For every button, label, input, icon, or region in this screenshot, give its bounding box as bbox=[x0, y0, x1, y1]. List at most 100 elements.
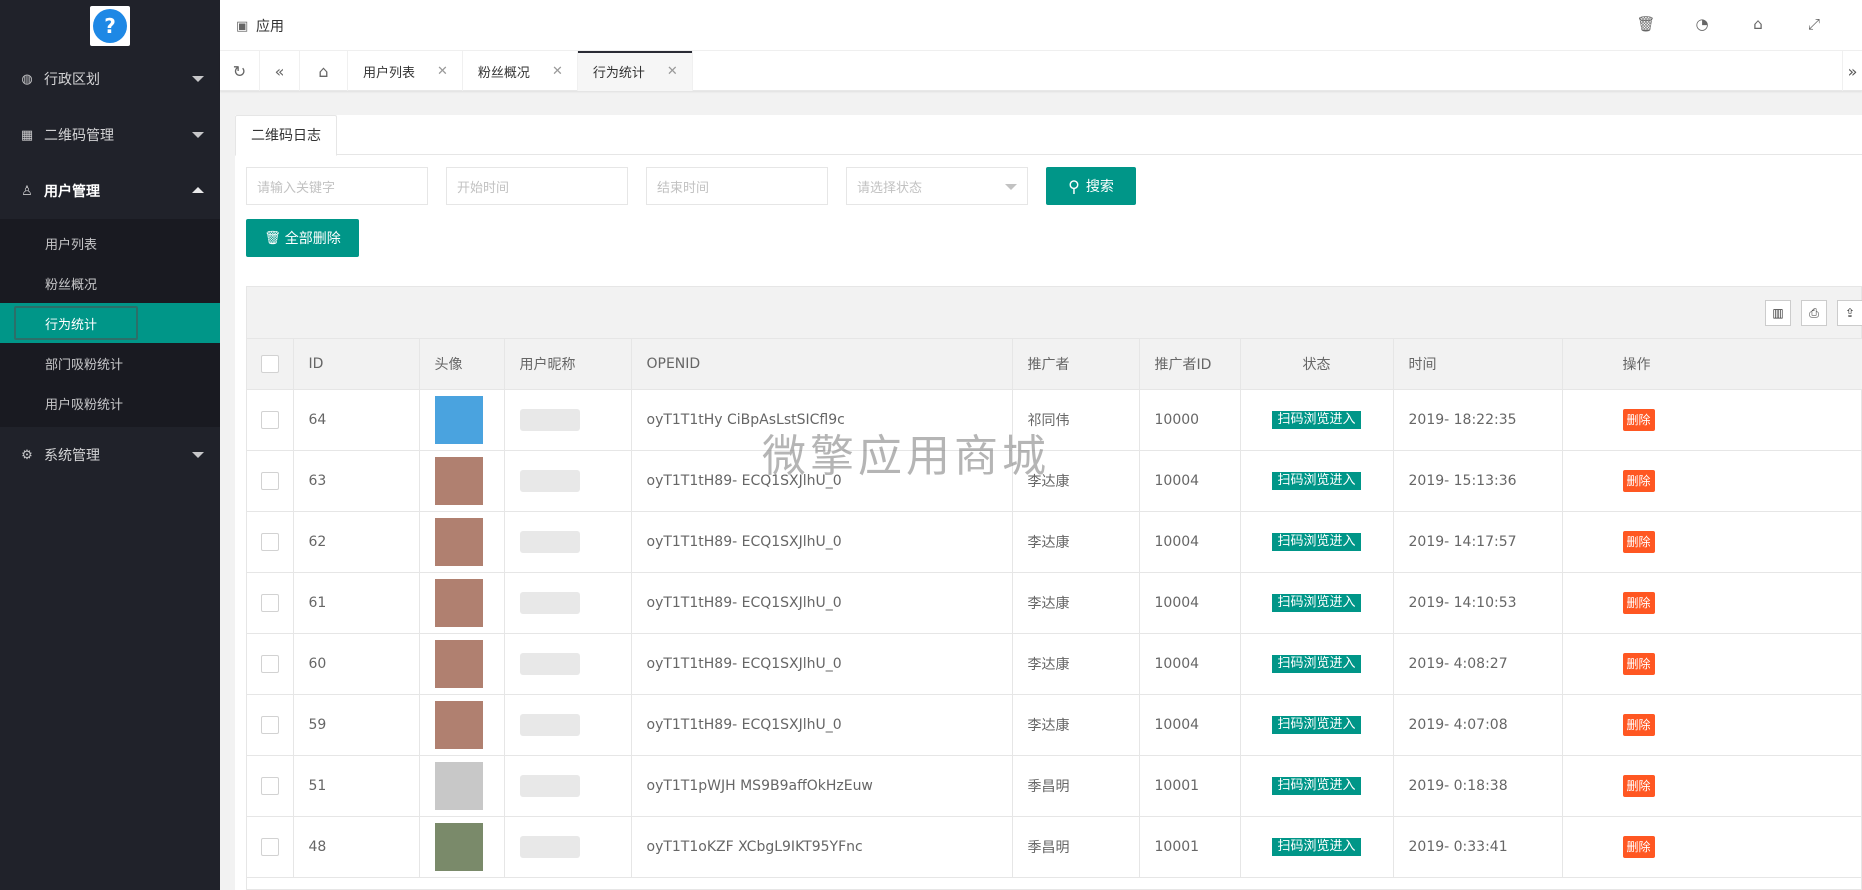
cell-openid: oyT1T1tH89- ECQ1SXJlhU_0 bbox=[631, 633, 1013, 695]
trash-icon: 🗑 bbox=[264, 230, 281, 246]
cell-promoter: 李达康 bbox=[1012, 450, 1140, 512]
trash-icon[interactable]: 🗑 bbox=[1618, 15, 1674, 33]
cell-promoter: 李达康 bbox=[1012, 694, 1140, 756]
sidebar-item-fans-overview[interactable]: 粉丝概况 bbox=[0, 263, 220, 303]
cell-avatar bbox=[419, 633, 505, 695]
cell-time: 2019- 4:08:27 bbox=[1393, 633, 1563, 695]
double-chevron-left-icon[interactable]: « bbox=[260, 51, 300, 91]
nav-label: 系统管理 bbox=[44, 448, 100, 464]
row-checkbox[interactable] bbox=[260, 654, 279, 673]
print-icon[interactable]: ⎙ bbox=[1801, 300, 1827, 326]
keyword-input[interactable]: 请输入关键字 bbox=[246, 167, 428, 205]
status-select[interactable]: 请选择状态 bbox=[846, 167, 1028, 205]
logo: ? bbox=[0, 0, 220, 51]
delete-button[interactable]: 删除 bbox=[1622, 591, 1655, 614]
tab-fans-overview[interactable]: 粉丝概况 ✕ bbox=[463, 51, 578, 91]
cell-promoter: 李达康 bbox=[1012, 511, 1140, 573]
delete-button[interactable]: 删除 bbox=[1622, 408, 1655, 431]
delete-button[interactable]: 删除 bbox=[1622, 652, 1655, 675]
status-badge: 扫码浏览进入 bbox=[1272, 654, 1361, 673]
cell-time: 2019- 18:22:35 bbox=[1393, 389, 1563, 451]
table-body: 64 oyT1T1tHy CiBpAsLstSICfl9c 祁同伟 10000 扫码浏览… bbox=[247, 389, 1862, 878]
cell-id: 51 bbox=[293, 755, 420, 817]
table-row: 61 oyT1T1tH89- ECQ1SXJlhU_0 李达康 10004 扫码浏览进入… bbox=[247, 572, 1862, 634]
delete-button[interactable]: 删除 bbox=[1622, 469, 1655, 492]
chevron-down-icon bbox=[192, 132, 204, 138]
cell-avatar bbox=[419, 755, 505, 817]
user-icon: ♙ bbox=[21, 183, 33, 199]
cell-action: 删除 bbox=[1562, 450, 1862, 512]
sidebar-item-user-fans[interactable]: 用户吸粉统计 bbox=[0, 383, 220, 423]
nav-item-system[interactable]: ⚙ 系统管理 bbox=[0, 427, 220, 483]
cell-avatar bbox=[419, 694, 505, 756]
cell-promoter: 祁同伟 bbox=[1012, 389, 1140, 451]
row-checkbox[interactable] bbox=[260, 837, 279, 856]
status-badge: 扫码浏览进入 bbox=[1272, 593, 1361, 612]
tag-icon[interactable]: ⌂ bbox=[1730, 15, 1786, 33]
blurred-nickname bbox=[519, 530, 580, 553]
col-id[interactable]: ID bbox=[293, 339, 420, 390]
tab-user-list[interactable]: 用户列表 ✕ bbox=[348, 51, 463, 91]
row-select-cell bbox=[247, 511, 294, 573]
double-chevron-right-icon[interactable]: » bbox=[1842, 51, 1862, 91]
home-icon[interactable]: ⌂ bbox=[300, 51, 348, 91]
refresh-icon[interactable]: ↻ bbox=[220, 51, 260, 91]
fullscreen-icon[interactable]: ⤢ bbox=[1786, 15, 1842, 33]
cell-avatar bbox=[419, 389, 505, 451]
delete-button[interactable]: 删除 bbox=[1622, 835, 1655, 858]
nav-item-region[interactable]: ◍ 行政区划 bbox=[0, 51, 220, 107]
avatar bbox=[434, 700, 483, 749]
cell-time: 2019- 14:17:57 bbox=[1393, 511, 1563, 573]
close-icon[interactable]: ✕ bbox=[437, 64, 448, 79]
status-badge: 扫码浏览进入 bbox=[1272, 715, 1361, 734]
cell-time: 2019- 4:07:08 bbox=[1393, 694, 1563, 756]
blurred-nickname bbox=[519, 591, 580, 614]
cell-avatar bbox=[419, 572, 505, 634]
tab-label: 行为统计 bbox=[592, 65, 645, 81]
row-checkbox[interactable] bbox=[260, 593, 279, 612]
row-checkbox[interactable] bbox=[260, 715, 279, 734]
row-checkbox[interactable] bbox=[260, 410, 279, 429]
content-card: 二维码日志 请输入关键字 开始时间 结束时间 请选择状态 ⚲ 搜索 🗑 全部删除… bbox=[235, 115, 1862, 890]
cell-promoter: 季昌明 bbox=[1012, 755, 1140, 817]
nav-item-users[interactable]: ♙ 用户管理 bbox=[0, 163, 220, 219]
delete-button[interactable]: 删除 bbox=[1622, 530, 1655, 553]
cell-promoter-id: 10004 bbox=[1139, 633, 1241, 695]
nav-item-qrcode[interactable]: ▦ 二维码管理 bbox=[0, 107, 220, 163]
search-icon: ⚲ bbox=[1068, 176, 1080, 196]
cell-action: 删除 bbox=[1562, 572, 1862, 634]
sidebar-item-dept-fans[interactable]: 部门吸粉统计 bbox=[0, 343, 220, 383]
col-avatar: 头像 bbox=[419, 339, 505, 390]
tab-behavior-stats[interactable]: 行为统计 ✕ bbox=[577, 51, 693, 91]
data-table: ▥ ⎙ ⇪ ID 头像 用户昵称 OPENID 推广者 推广者ID 状态 时间 bbox=[246, 286, 1862, 890]
blurred-nickname bbox=[519, 408, 580, 431]
col-nickname: 用户昵称 bbox=[504, 339, 632, 390]
start-time-input[interactable]: 开始时间 bbox=[446, 167, 628, 205]
end-time-input[interactable]: 结束时间 bbox=[646, 167, 828, 205]
cell-status: 扫码浏览进入 bbox=[1240, 450, 1394, 512]
globe-icon: ◍ bbox=[21, 71, 33, 87]
cell-nickname bbox=[504, 511, 632, 573]
app-menu[interactable]: ▣ 应用 bbox=[236, 16, 284, 36]
sidebar-item-behavior-stats[interactable]: 行为统计 bbox=[0, 303, 220, 343]
palette-icon[interactable]: ◔ bbox=[1674, 15, 1730, 33]
row-checkbox[interactable] bbox=[260, 532, 279, 551]
search-button[interactable]: ⚲ 搜索 bbox=[1046, 167, 1136, 205]
cell-id: 59 bbox=[293, 694, 420, 756]
header-tools: 🗑 ◔ ⌂ ⤢ bbox=[1618, 15, 1842, 33]
sidebar-item-user-list[interactable]: 用户列表 bbox=[0, 223, 220, 263]
close-icon[interactable]: ✕ bbox=[667, 64, 678, 79]
close-icon[interactable]: ✕ bbox=[552, 64, 563, 79]
columns-icon[interactable]: ▥ bbox=[1765, 300, 1791, 326]
col-promoter-id: 推广者ID bbox=[1139, 339, 1241, 390]
qrcode-icon: ▦ bbox=[20, 127, 34, 143]
delete-button[interactable]: 删除 bbox=[1622, 774, 1655, 797]
export-icon[interactable]: ⇪ bbox=[1837, 300, 1862, 326]
delete-all-button[interactable]: 🗑 全部删除 bbox=[246, 219, 359, 257]
row-checkbox[interactable] bbox=[260, 776, 279, 795]
row-checkbox[interactable] bbox=[260, 471, 279, 490]
search-label: 搜索 bbox=[1085, 179, 1114, 195]
tab-qrcode-log[interactable]: 二维码日志 bbox=[235, 115, 337, 156]
delete-button[interactable]: 删除 bbox=[1622, 713, 1655, 736]
select-all-checkbox[interactable] bbox=[260, 354, 279, 373]
